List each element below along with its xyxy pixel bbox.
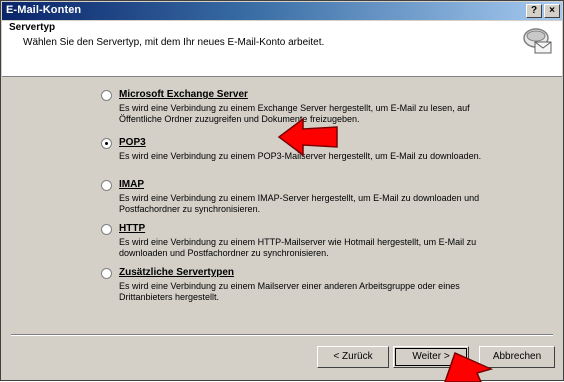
- option-label[interactable]: Zusätzliche Servertypen: [119, 267, 234, 278]
- radio-imap[interactable]: [101, 180, 112, 191]
- back-button[interactable]: < Zurück: [317, 346, 389, 368]
- option-label[interactable]: POP3: [119, 137, 146, 148]
- wizard-header: [2, 21, 562, 77]
- option-label[interactable]: HTTP: [119, 223, 145, 234]
- radio-http[interactable]: [101, 224, 112, 235]
- title-bar: E-Mail-Konten ? ×: [2, 2, 562, 20]
- window-title: E-Mail-Konten: [6, 4, 82, 16]
- radio-additional[interactable]: [101, 268, 112, 279]
- page-subtitle: Wählen Sie den Servertyp, mit dem Ihr ne…: [23, 37, 325, 48]
- pointer-arrow-icon: [444, 351, 493, 382]
- option-label[interactable]: Microsoft Exchange Server: [119, 89, 248, 100]
- radio-exchange[interactable]: [101, 90, 112, 101]
- radio-pop3[interactable]: [101, 138, 112, 149]
- option-label[interactable]: IMAP: [119, 179, 144, 190]
- option-description: Es wird eine Verbindung zu einem HTTP-Ma…: [119, 237, 477, 258]
- pointer-arrow-icon: [277, 117, 338, 157]
- option-description: Es wird eine Verbindung zu einem IMAP-Se…: [119, 193, 480, 214]
- close-button[interactable]: ×: [544, 4, 560, 18]
- page-title: Servertyp: [9, 22, 56, 33]
- dialog-window: E-Mail-Konten ? × Servertyp Wählen Sie d…: [0, 0, 564, 382]
- option-description: Es wird eine Verbindung zu einem Mailser…: [119, 281, 460, 302]
- separator: [11, 334, 553, 336]
- mail-server-icon: [523, 28, 552, 54]
- help-button[interactable]: ?: [526, 4, 542, 18]
